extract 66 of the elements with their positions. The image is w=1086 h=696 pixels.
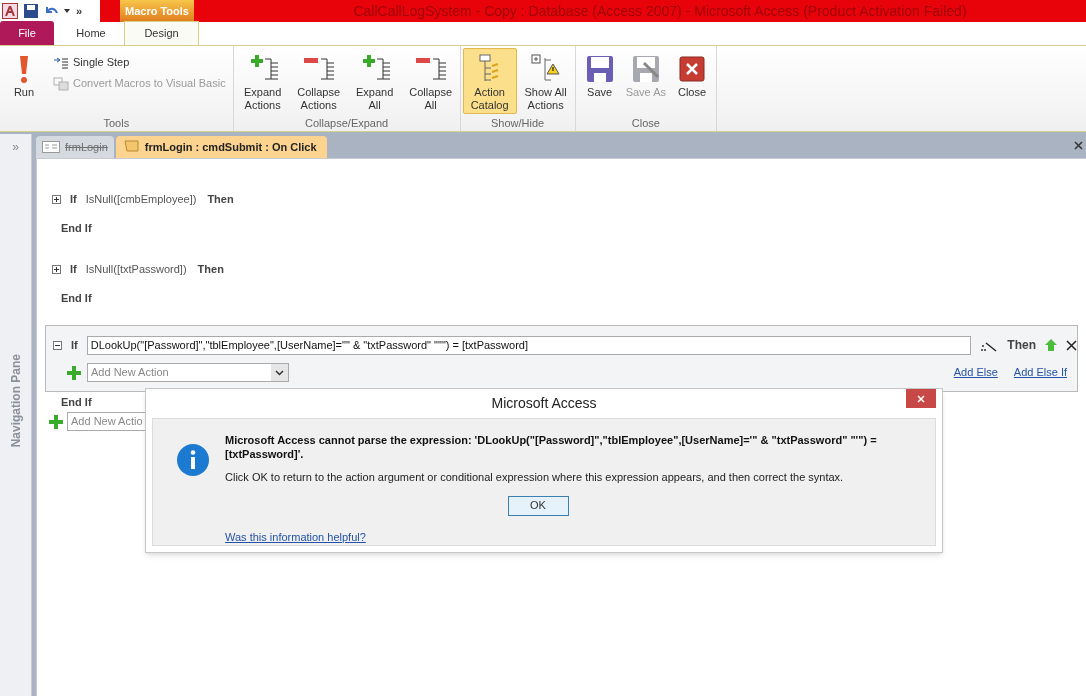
collapse-icon [302, 55, 335, 83]
then-keyword: Then [197, 261, 224, 277]
quick-access-more[interactable]: » [76, 2, 83, 20]
info-icon [177, 444, 209, 476]
ribbon-group-label: Close [630, 116, 661, 131]
add-else-if-link[interactable]: Add Else If [1013, 364, 1067, 381]
window-title: CallCallLogSystem - Copy : Database (Access 2007) - Microsoft Access (Product Activation Failed) [352, 1, 968, 21]
if-keyword: If [70, 261, 77, 277]
step-icon [53, 56, 69, 69]
plus-icon [49, 414, 63, 429]
ribbon-tab[interactable]: Design [124, 21, 199, 45]
ribbon-tab[interactable]: Home [58, 21, 124, 45]
expand-toggle-icon[interactable] [52, 194, 61, 204]
ribbon-group-label: Collapse/Expand [304, 116, 390, 131]
end-if-keyword: End If [60, 395, 92, 410]
ribbon-button[interactable]: Collapse All [403, 48, 458, 114]
add-else-link[interactable]: Add Else [953, 364, 998, 381]
close-icon[interactable] [1074, 141, 1083, 150]
scroll-icon [121, 140, 140, 154]
if-keyword: If [70, 191, 77, 207]
exclamation-icon [17, 54, 31, 84]
navigation-pane-label: Navigation Pane [7, 354, 24, 448]
dialog-title: Microsoft Access [491, 394, 597, 413]
document-tab[interactable]: frmLogin : cmdSubmit : On Click [115, 136, 327, 158]
expand-toggle-icon[interactable] [52, 264, 61, 274]
end-if-keyword: End If [60, 291, 92, 306]
collapse-icon [414, 55, 447, 83]
plus-icon [67, 365, 81, 380]
ribbon-button[interactable]: Expand All [347, 48, 402, 114]
ribbon-button[interactable]: Collapse Actions [291, 48, 346, 114]
then-keyword: Then [207, 191, 234, 207]
ribbon-tab[interactable]: File [0, 21, 54, 45]
if-keyword: If [71, 337, 78, 353]
condition-text[interactable]: IsNull([txtPassword]) [85, 260, 187, 278]
ok-button[interactable]: OK [507, 495, 569, 516]
ribbon-button[interactable]: Single Step [48, 52, 231, 73]
close-icon [679, 56, 705, 82]
ribbon-button[interactable]: Close [670, 48, 714, 114]
ribbon-button[interactable]: Show All Actions [518, 48, 573, 114]
document-tab[interactable]: frmLogin [36, 136, 114, 158]
ribbon-button[interactable]: Action Catalog [462, 48, 517, 114]
collapse-toggle-icon[interactable] [53, 340, 62, 350]
add-action-dropdown[interactable]: Add New Action [87, 363, 289, 382]
help-link[interactable]: Was this information helpful? [225, 528, 366, 545]
ribbon-group-label: Tools [102, 116, 131, 131]
then-keyword: Then [1007, 337, 1036, 354]
convert-icon [53, 76, 69, 91]
error-message: Microsoft Access cannot parse the expression: 'DLookUp("[Password]","tblEmployee",[UserName]='" & "txtPassword" "'") = [txtPassword]'. [225, 433, 878, 461]
app-logo-icon [2, 3, 18, 19]
ribbon-group-label: Show/Hide [490, 116, 546, 131]
ribbon-button[interactable]: Expand Actions [235, 48, 290, 114]
delete-icon[interactable] [1066, 339, 1077, 351]
ribbon-button[interactable]: Save [577, 48, 622, 114]
dialog-close-button[interactable] [906, 389, 936, 408]
ribbon-button[interactable]: Run [2, 48, 46, 114]
close-icon [917, 394, 925, 403]
condition-text[interactable]: IsNull([cmbEmployee]) [85, 190, 197, 208]
form-icon [42, 141, 60, 153]
chevron-down-icon [271, 364, 288, 381]
instruction-text: Click OK to return to the action argument or conditional expression where this expression appears, and then correct the syntax. [225, 470, 845, 485]
caret-icon[interactable] [64, 9, 70, 13]
warning-tree-icon [530, 54, 561, 84]
context-tab-label: Macro Tools [120, 0, 194, 22]
floppy-pencil-icon [631, 55, 660, 83]
condition-field[interactable]: DLookUp("[Password]","tblEmployee",[UserName]="" & "txtPassword" """) = [txtPassword] [86, 335, 972, 355]
end-if-keyword: End If [60, 221, 92, 236]
